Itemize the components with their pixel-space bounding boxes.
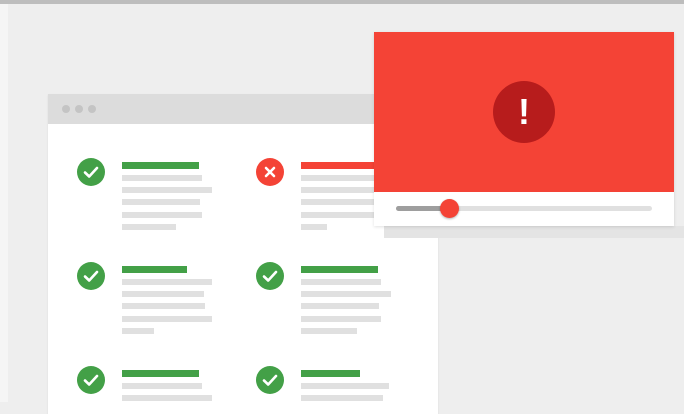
item-text-line — [301, 212, 381, 218]
video-progress-track[interactable] — [396, 199, 652, 218]
window-dot — [62, 105, 70, 113]
item-text-line — [122, 303, 205, 309]
item-text-line — [122, 224, 176, 230]
check-icon — [77, 262, 105, 290]
check-icon — [256, 262, 284, 290]
item-text-line — [301, 175, 381, 181]
exclamation-icon: ! — [493, 81, 555, 143]
video-scrubber-handle[interactable] — [440, 199, 460, 218]
item-title-bar — [122, 266, 187, 273]
check-icon — [77, 158, 105, 186]
alert-symbol: ! — [518, 91, 530, 132]
video-player-shadow — [384, 226, 684, 238]
item-title-bar — [301, 266, 378, 273]
item-text-line — [122, 291, 204, 297]
item-text-line — [301, 395, 383, 401]
item-title-bar — [122, 162, 199, 169]
check-icon — [77, 366, 105, 394]
item-text-line — [122, 279, 212, 285]
top-divider — [0, 0, 684, 4]
left-edge — [0, 4, 8, 402]
item-title-bar — [122, 370, 199, 377]
item-text-line — [122, 316, 212, 322]
item-text-line — [301, 199, 379, 205]
item-text-line — [301, 383, 389, 389]
item-text-line — [301, 303, 379, 309]
close-icon — [256, 158, 284, 186]
item-text-line — [122, 175, 202, 181]
item-text-line — [301, 224, 327, 230]
video-player-illustration: ! — [374, 32, 674, 226]
item-text-line — [122, 383, 202, 389]
item-text-line — [301, 316, 381, 322]
item-title-bar — [301, 370, 360, 377]
item-text-line — [301, 291, 391, 297]
item-text-line — [122, 395, 212, 401]
window-dot — [75, 105, 83, 113]
item-text-line — [122, 199, 200, 205]
item-text-line — [301, 328, 357, 334]
check-icon — [256, 366, 284, 394]
item-text-line — [122, 328, 154, 334]
video-screen: ! — [374, 32, 674, 192]
item-text-line — [122, 212, 202, 218]
window-dot — [88, 105, 96, 113]
item-text-line — [301, 279, 381, 285]
item-text-line — [122, 187, 212, 193]
